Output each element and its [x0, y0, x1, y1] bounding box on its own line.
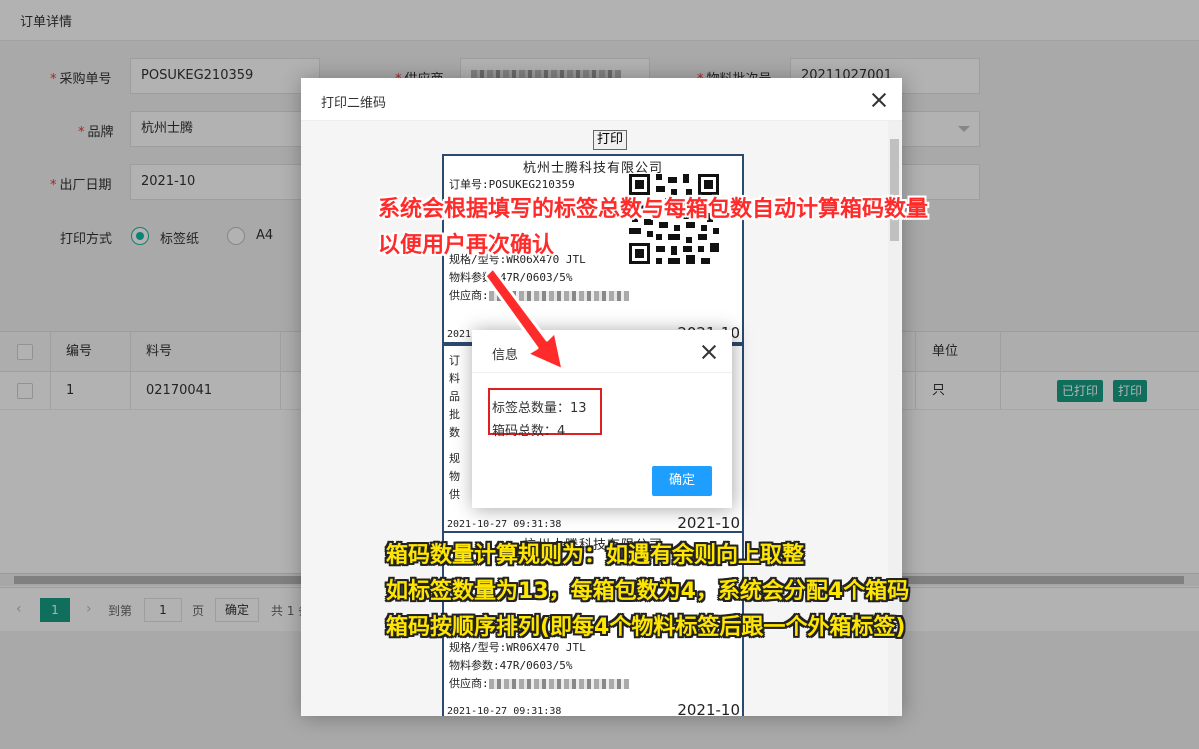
label-line: 物	[449, 470, 460, 483]
print-preview-button[interactable]: 打印	[593, 130, 628, 150]
annotation-yellow-line3: 箱码按顺序排列(即每4个物料标签后跟一个外箱标签)	[386, 615, 906, 640]
annotation-yellow-line1: 箱码数量计算规则为：如遇有余则向上取整	[386, 543, 805, 568]
dialog-title: 打印二维码	[321, 96, 387, 111]
label-line: 品	[449, 390, 460, 403]
label-big-date: 2021-10	[677, 514, 740, 532]
box-total-text: 箱码总数：4	[492, 424, 566, 439]
label-params: 物料参数:47R/0603/5%	[449, 659, 573, 672]
close-icon[interactable]	[872, 93, 886, 107]
ok-button[interactable]: 确定	[652, 466, 712, 496]
label-line: 订	[449, 354, 460, 367]
label-line: 供	[449, 488, 460, 501]
label-big-date: 2021-10	[677, 701, 740, 716]
annotation-red-line2: 以便用户再次确认	[378, 233, 555, 258]
label-datetime: 2021-10-27 09:31:38	[447, 706, 562, 716]
label-line: 规	[449, 452, 460, 465]
dialog-header: 打印二维码	[301, 78, 902, 121]
blurred-supplier	[488, 679, 629, 689]
annotation-arrow-icon	[485, 266, 565, 372]
label-supplier: 供应商:	[449, 675, 629, 691]
label-line: 料	[449, 372, 460, 385]
label-datetime: 2021-10-27 09:31:38	[447, 519, 562, 530]
label-total-text: 标签总数量：13	[492, 401, 587, 416]
close-icon[interactable]	[702, 345, 716, 359]
label-line: 数	[449, 426, 460, 439]
annotation-red-line1: 系统会根据填写的标签总数与每箱包数自动计算箱码数量	[378, 197, 929, 222]
annotation-yellow-line2: 如标签数量为13，每箱包数为4，系统会分配4个箱码	[386, 579, 910, 604]
label-line: 批	[449, 408, 460, 421]
label-order: 订单号:POSUKEG210359	[449, 178, 575, 191]
